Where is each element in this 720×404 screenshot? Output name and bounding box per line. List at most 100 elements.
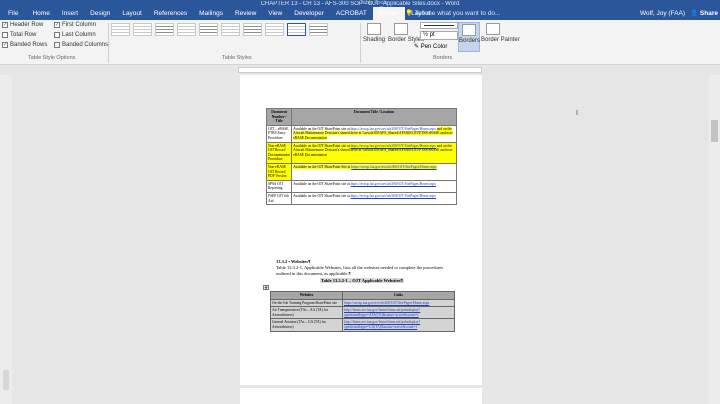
ruler-page-area[interactable] <box>238 67 482 73</box>
hyperlink[interactable]: https://avssp.faa.gov/avs/afs300/OJT/Sit… <box>351 164 437 169</box>
style-options-group-label: Table Style Options <box>28 55 76 61</box>
table-row: OJT – eBASE PTRS Entry Procedure Availab… <box>265 124 457 143</box>
hyperlink[interactable]: http://fsims.avs.faa.gov/fsims/fsims.nsf… <box>344 308 420 317</box>
tab-review[interactable]: Review <box>229 7 262 20</box>
share-button[interactable]: 👤 Share <box>690 7 718 20</box>
tab-file[interactable]: File <box>0 7 26 20</box>
scrollbar-thumb[interactable] <box>711 120 718 142</box>
user-account[interactable]: Wolf, Joy (FAA) <box>640 7 685 20</box>
table-style-swatch[interactable] <box>133 23 152 36</box>
brush-icon <box>486 23 500 35</box>
table-row: Air Transportation (TAs – AA (TA) for Ai… <box>270 306 455 320</box>
banded-rows-checkbox[interactable]: ✓ Banded Rows <box>2 42 47 48</box>
table-cell: Air Transportation (TAs – AA (TA) for Ai… <box>270 306 343 320</box>
section-heading: 13.3.2 • Websites¶ <box>276 259 311 264</box>
checkbox-icon: ✓ <box>2 42 8 48</box>
border-painter-button[interactable]: Border Painter <box>481 23 520 43</box>
tab-view[interactable]: View <box>262 7 288 20</box>
table-cell: Available on the OJT SharePoint site at … <box>291 141 457 164</box>
banded-columns-checkbox[interactable]: Banded Columns <box>54 42 108 48</box>
tab-layout[interactable]: Layout <box>116 7 148 20</box>
table-cell: Available on the OJT SharePoint site at … <box>291 124 457 143</box>
ribbon-tabs: File Home Insert Design Layout Reference… <box>0 7 437 20</box>
total-row-checkbox[interactable]: Total Row <box>2 32 36 38</box>
hyperlink[interactable]: https://avssp.faa.gov/avs/afs300/OJT/Sit… <box>351 144 436 148</box>
table-style-swatch[interactable] <box>287 23 306 36</box>
header-row-checkbox[interactable]: ✓ Header Row <box>2 22 43 28</box>
table-row: SPAS OJT Reporting Available on the OJT … <box>265 179 457 193</box>
table-style-swatch[interactable] <box>265 23 284 36</box>
ruler-margin-marker[interactable] <box>3 370 9 390</box>
first-column-checkbox[interactable]: ✓ First Column <box>54 22 96 28</box>
borders-button[interactable]: Borders <box>458 22 480 52</box>
table-header: Websites <box>270 291 343 300</box>
table-row: FSEP OJT Job Aid Available on the OJT Sh… <box>265 191 457 206</box>
table-cell: Available on the OJT SharePoint site at … <box>291 191 457 206</box>
table-style-swatch[interactable] <box>111 23 130 36</box>
table-cell: On-the-Job Training Program SharePoint s… <box>270 298 343 308</box>
hyperlink[interactable]: http://fsims.avs.faa.gov/fsims/fsims.nsf… <box>344 320 420 329</box>
tab-table-design[interactable]: Design <box>372 7 406 20</box>
table-style-swatch[interactable] <box>155 23 174 36</box>
checkbox-icon <box>54 32 60 38</box>
table-styles-group-label: Table Styles <box>222 55 252 61</box>
table-move-handle-icon[interactable]: ✥ <box>263 285 269 290</box>
table-header: Document Number / Title <box>265 108 293 126</box>
border-styles-icon <box>394 23 408 35</box>
tell-me-search[interactable]: 💡 Tell me what you want to do... <box>405 7 500 20</box>
shading-button[interactable]: Shading <box>363 23 385 43</box>
next-page[interactable] <box>240 388 482 404</box>
vertical-scrollbar[interactable] <box>709 75 720 404</box>
tab-acrobat[interactable]: ACROBAT <box>330 7 373 20</box>
borders-group-label: Borders <box>433 55 453 61</box>
person-icon: 👤 <box>690 10 699 17</box>
hyperlink[interactable]: https://avssp.faa.gov/avs/afs300/OJT/Sit… <box>351 182 436 186</box>
table-cell: https://avssp.faa.gov/avs/afs300/OJT/Sit… <box>342 298 455 308</box>
hyperlink[interactable]: https://avssp.faa.gov/avs/afs300/OJT/Sit… <box>344 301 429 305</box>
table-header: Links <box>342 291 455 300</box>
tab-insert[interactable]: Insert <box>56 7 84 20</box>
line-style-dropdown[interactable] <box>420 22 458 29</box>
tab-home[interactable]: Home <box>26 7 55 20</box>
pen-weight-dropdown[interactable]: ½ pt <box>420 31 458 40</box>
table-cell: OJT – eBASE PTRS Entry Procedure <box>265 124 293 143</box>
ribbon-separator <box>108 23 109 63</box>
lightbulb-icon: 💡 <box>405 10 414 17</box>
checkbox-icon: ✓ <box>2 22 8 28</box>
paint-bucket-icon <box>367 23 381 35</box>
tab-design[interactable]: Design <box>84 7 116 20</box>
ribbon-separator <box>360 23 361 63</box>
documents-table[interactable]: Document Number / Title Document Title /… <box>265 108 457 206</box>
websites-table[interactable]: Websites Links On-the-Job Training Progr… <box>270 291 455 332</box>
table-cell: Available on the OJT SharePoint site at … <box>291 179 457 193</box>
table-cell: Available on the OJT SharePoint Site at … <box>291 162 457 181</box>
table-style-swatch[interactable] <box>177 23 196 36</box>
border-styles-button[interactable]: Border Styles <box>388 23 424 43</box>
table-cell: SPAS OJT Reporting <box>265 179 293 193</box>
tab-references[interactable]: References <box>148 7 193 20</box>
title-bar: CHAPTER 13 - CH 13 - AFS-300 SOP - OJT_A… <box>0 0 720 20</box>
tab-developer[interactable]: Developer <box>288 7 330 20</box>
table-styles-gallery <box>111 23 356 53</box>
vertical-ruler <box>0 75 12 404</box>
ribbon: ✓ Header Row ✓ First Column Total Row Last… <box>0 20 720 65</box>
checkbox-icon <box>54 42 60 48</box>
table-style-swatch[interactable] <box>221 23 240 36</box>
table-row: General Aviation (TAs – GA (TA) for Airw… <box>270 318 455 332</box>
table-cell: http://fsims.avs.faa.gov/fsims/fsims.nsf… <box>342 318 455 332</box>
last-column-checkbox[interactable]: Last Column <box>54 32 96 38</box>
checkbox-icon <box>2 32 8 38</box>
checkbox-icon: ✓ <box>54 22 60 28</box>
tab-mailings[interactable]: Mailings <box>193 7 229 20</box>
table-row: Non-eBASE OJT Record PDF Version Availab… <box>265 162 457 181</box>
table-style-swatch[interactable] <box>199 23 218 36</box>
table-style-swatch[interactable] <box>309 23 328 36</box>
pen-color-button[interactable]: ✎ Pen Color <box>414 43 447 50</box>
hyperlink[interactable]: https://avssp.faa.gov/avs/afs300/OJT/Sit… <box>351 127 436 131</box>
table-cell: General Aviation (TAs – GA (TA) for Airw… <box>270 318 343 332</box>
table-caption: Table 13.3.2-1 – OJT Applicable Websites… <box>320 278 404 283</box>
document-page[interactable]: Document Number / Title Document Title /… <box>240 75 482 385</box>
hyperlink[interactable]: https://avssp.faa.gov/avs/afs300/OJT/Sit… <box>351 194 436 198</box>
table-style-swatch[interactable] <box>243 23 262 36</box>
table-cell: http://fsims.avs.faa.gov/fsims/fsims.nsf… <box>342 306 455 320</box>
